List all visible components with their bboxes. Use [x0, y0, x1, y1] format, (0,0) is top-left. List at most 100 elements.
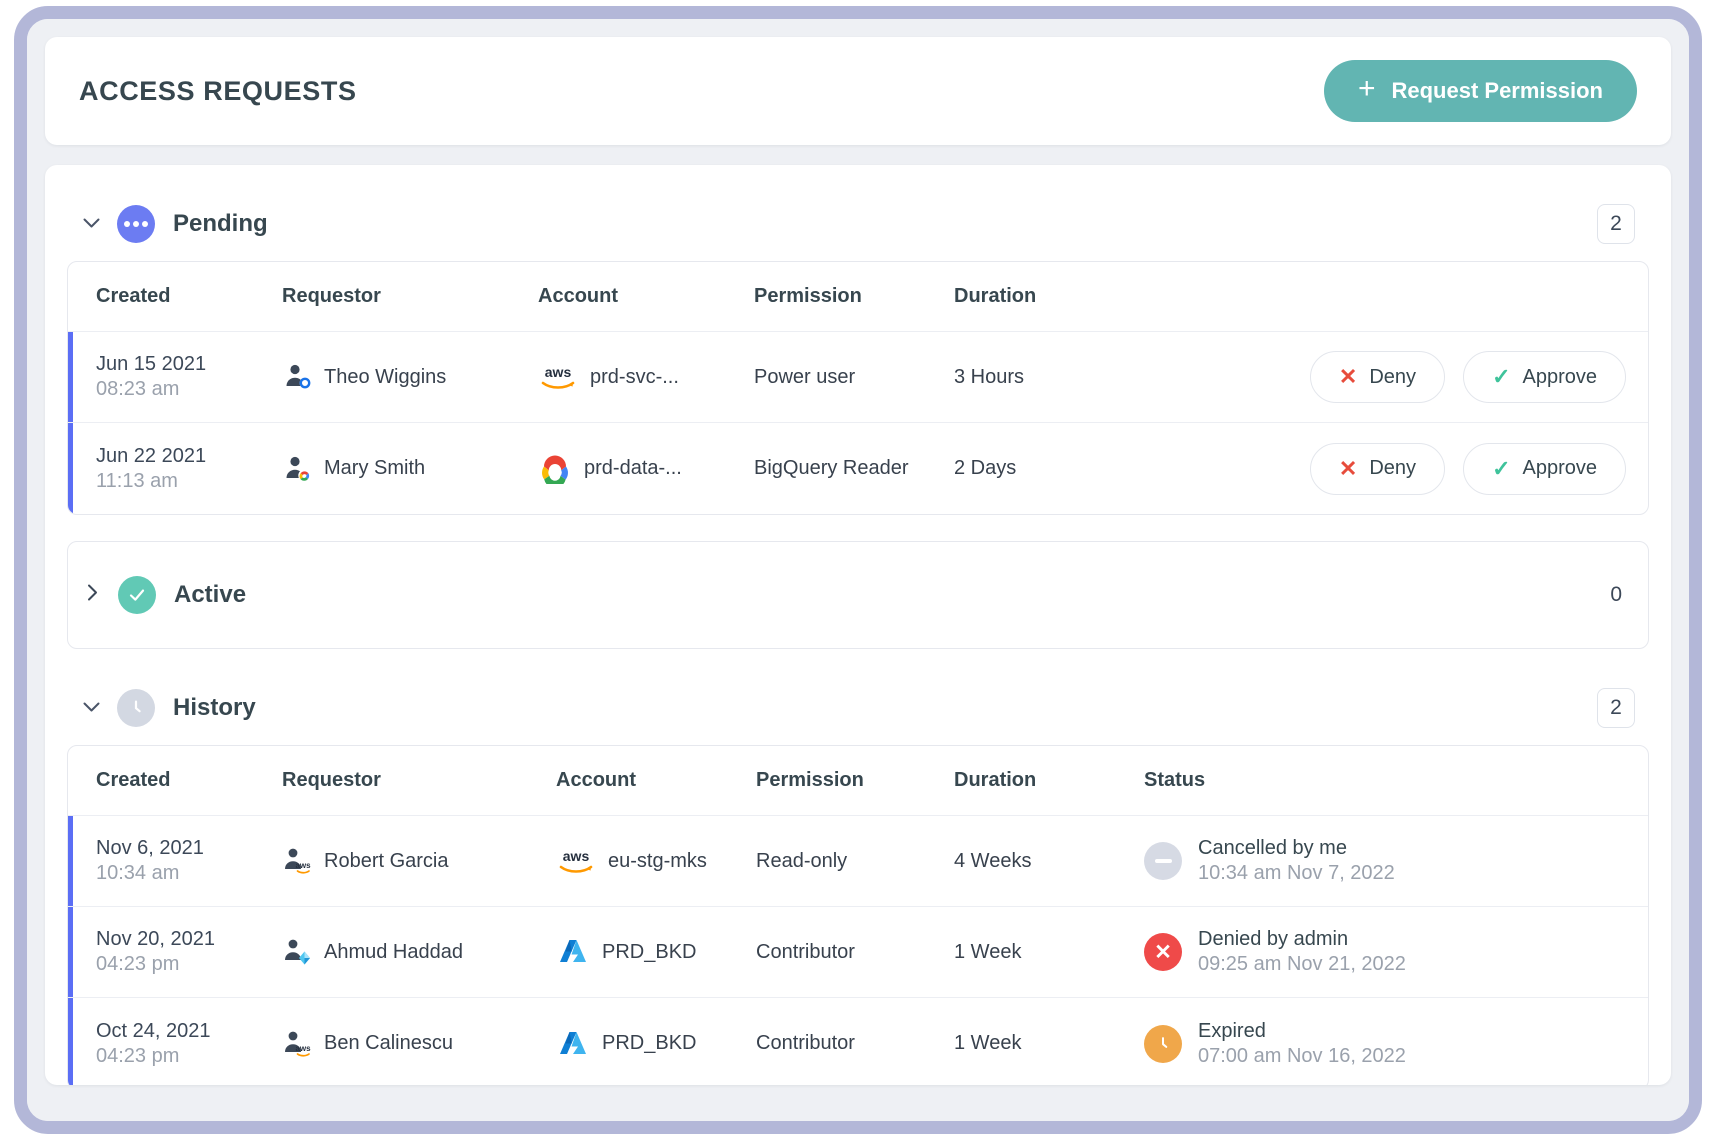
- requestor-name: Robert Garcia: [324, 850, 449, 873]
- gcp-icon: [538, 454, 572, 484]
- table-row[interactable]: Nov 20, 2021 04:23 pm Ahmud Haddad: [68, 907, 1648, 998]
- app-frame: ACCESS REQUESTS + Request Permission Pen…: [14, 6, 1702, 1134]
- check-icon: ✓: [1492, 458, 1510, 480]
- column-header-status: Status: [1138, 769, 1648, 792]
- cell-account: aws eu-stg-mks: [550, 847, 750, 875]
- column-header-account: Account: [532, 285, 748, 308]
- deny-label: Deny: [1369, 457, 1416, 480]
- svg-text:aws: aws: [545, 364, 572, 380]
- table-row[interactable]: Jun 22 2021 11:13 am Mary Smith: [68, 423, 1648, 514]
- column-header-requestor: Requestor: [276, 769, 550, 792]
- plus-icon: +: [1358, 74, 1376, 104]
- account-name: PRD_BKD: [602, 1032, 696, 1055]
- cell-status: Expired 07:00 am Nov 16, 2022: [1138, 1019, 1648, 1069]
- cell-duration: 3 Hours: [948, 366, 1138, 389]
- x-icon: ✕: [1339, 366, 1357, 388]
- pending-dots-icon: [117, 205, 155, 243]
- cell-permission: BigQuery Reader: [748, 457, 948, 480]
- table-row[interactable]: Nov 6, 2021 10:34 am aws Robert Garcia a…: [68, 816, 1648, 907]
- check-circle-icon: [118, 576, 156, 614]
- status-expired-icon: [1144, 1025, 1182, 1063]
- user-aws-icon: aws: [282, 1029, 312, 1059]
- section-header-history[interactable]: History 2: [67, 671, 1649, 745]
- section-title-active: Active: [174, 581, 246, 609]
- chevron-down-icon[interactable]: [77, 213, 105, 235]
- section-count-history: 2: [1597, 688, 1635, 728]
- created-time: 11:13 am: [96, 469, 270, 494]
- deny-button[interactable]: ✕ Deny: [1310, 351, 1445, 403]
- cell-status: ✕ Denied by admin 09:25 am Nov 21, 2022: [1138, 927, 1648, 977]
- chevron-down-icon[interactable]: [77, 697, 105, 719]
- cell-duration: 2 Days: [948, 457, 1138, 480]
- cell-created: Nov 20, 2021 04:23 pm: [68, 927, 276, 977]
- created-date: Jun 15 2021: [96, 352, 270, 377]
- sections-container: Pending 2 Created Requestor Account Perm…: [45, 165, 1671, 1085]
- request-permission-button[interactable]: + Request Permission: [1324, 60, 1637, 122]
- cell-duration: 1 Week: [948, 941, 1138, 964]
- status-denied-icon: ✕: [1144, 933, 1182, 971]
- cell-account: aws prd-svc-...: [532, 363, 748, 391]
- cell-created: Jun 22 2021 11:13 am: [68, 444, 276, 494]
- status-time: 07:00 am Nov 16, 2022: [1198, 1044, 1406, 1069]
- cell-permission: Power user: [748, 366, 948, 389]
- column-header-permission: Permission: [748, 285, 948, 308]
- cell-created: Oct 24, 2021 04:23 pm: [68, 1019, 276, 1069]
- cell-account: prd-data-...: [532, 454, 748, 484]
- section-count-pending: 2: [1597, 204, 1635, 244]
- cell-permission: Read-only: [750, 850, 948, 873]
- approve-button[interactable]: ✓ Approve: [1463, 351, 1626, 403]
- column-header-permission: Permission: [750, 769, 948, 792]
- account-name: eu-stg-mks: [608, 850, 707, 873]
- cell-account: PRD_BKD: [550, 1029, 750, 1059]
- section-header-active[interactable]: Active 0: [68, 542, 1648, 648]
- cell-status: Cancelled by me 10:34 am Nov 7, 2022: [1138, 836, 1648, 886]
- cell-requestor: Mary Smith: [276, 454, 532, 484]
- status-label: Expired: [1198, 1019, 1406, 1044]
- column-header-created: Created: [68, 285, 276, 308]
- user-azure-ad-icon: [282, 362, 312, 392]
- status-label: Cancelled by me: [1198, 836, 1395, 861]
- history-table: Created Requestor Account Permission Dur…: [67, 745, 1649, 1085]
- cell-requestor: Theo Wiggins: [276, 362, 532, 392]
- cell-requestor: aws Ben Calinescu: [276, 1029, 550, 1059]
- column-header-duration: Duration: [948, 285, 1138, 308]
- deny-button[interactable]: ✕ Deny: [1310, 443, 1445, 495]
- created-time: 04:23 pm: [96, 1044, 270, 1069]
- section-active[interactable]: Active 0: [67, 541, 1649, 649]
- user-gcp-icon: [282, 454, 312, 484]
- clock-icon: [117, 689, 155, 727]
- request-permission-label: Request Permission: [1391, 78, 1603, 104]
- account-name: prd-data-...: [584, 457, 682, 480]
- requestor-name: Ahmud Haddad: [324, 941, 463, 964]
- created-date: Nov 6, 2021: [96, 836, 270, 861]
- section-count-active: 0: [1610, 583, 1622, 607]
- approve-label: Approve: [1523, 366, 1598, 389]
- cell-permission: Contributor: [750, 1032, 948, 1055]
- account-name: PRD_BKD: [602, 941, 696, 964]
- column-header-account: Account: [550, 769, 750, 792]
- user-azure-icon: [282, 937, 312, 967]
- azure-icon: [556, 1029, 590, 1059]
- created-time: 08:23 am: [96, 377, 270, 402]
- cell-requestor: aws Robert Garcia: [276, 846, 550, 876]
- chevron-right-icon[interactable]: [78, 584, 106, 607]
- status-label: Denied by admin: [1198, 927, 1406, 952]
- svg-text:aws: aws: [295, 1044, 311, 1053]
- pending-table: Created Requestor Account Permission Dur…: [67, 261, 1649, 515]
- approve-button[interactable]: ✓ Approve: [1463, 443, 1626, 495]
- aws-icon: aws: [556, 847, 596, 875]
- cell-created: Nov 6, 2021 10:34 am: [68, 836, 276, 886]
- requestor-name: Ben Calinescu: [324, 1032, 453, 1055]
- section-title-history: History: [173, 694, 256, 722]
- column-header-created: Created: [68, 769, 276, 792]
- created-time: 10:34 am: [96, 861, 270, 886]
- section-title-pending: Pending: [173, 210, 268, 238]
- approve-label: Approve: [1523, 457, 1598, 480]
- azure-icon: [556, 937, 590, 967]
- section-header-pending[interactable]: Pending 2: [67, 187, 1649, 261]
- created-date: Jun 22 2021: [96, 444, 270, 469]
- table-row[interactable]: Jun 15 2021 08:23 am Theo Wiggins aws: [68, 332, 1648, 423]
- user-aws-icon: aws: [282, 846, 312, 876]
- table-row[interactable]: Oct 24, 2021 04:23 pm aws Ben Calinescu: [68, 998, 1648, 1085]
- cell-requestor: Ahmud Haddad: [276, 937, 550, 967]
